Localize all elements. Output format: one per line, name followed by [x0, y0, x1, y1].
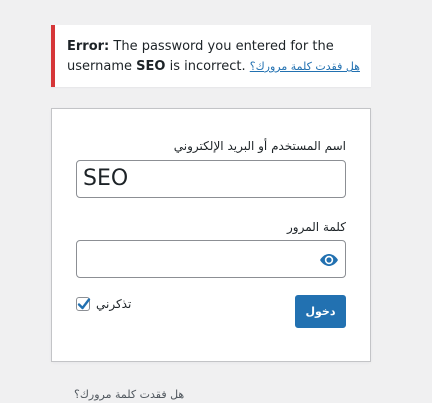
username-input[interactable]: SEO	[76, 160, 346, 198]
login-form: اسم المستخدم أو البريد الإلكتروني SEO كل…	[51, 108, 371, 362]
password-input[interactable]	[76, 240, 346, 278]
error-username: SEO	[136, 59, 166, 74]
eye-icon[interactable]	[319, 250, 339, 270]
login-error-notice: Error: The password you entered for the …	[51, 25, 371, 87]
remember-me-label: تذكرني	[96, 297, 132, 311]
username-label: اسم المستخدم أو البريد الإلكتروني	[173, 139, 346, 153]
notice-lost-password-link[interactable]: هل فقدت كلمة مرورك؟	[250, 60, 360, 73]
error-message-after: is incorrect.	[169, 59, 246, 74]
lost-password-link[interactable]: هل فقدت كلمة مرورك؟	[74, 388, 184, 401]
remember-me[interactable]: تذكرني	[76, 297, 131, 311]
login-button[interactable]: دخول	[295, 295, 346, 328]
password-label: كلمة المرور	[286, 220, 346, 234]
remember-me-checkbox[interactable]	[76, 297, 91, 311]
error-label: Error:	[67, 39, 110, 54]
